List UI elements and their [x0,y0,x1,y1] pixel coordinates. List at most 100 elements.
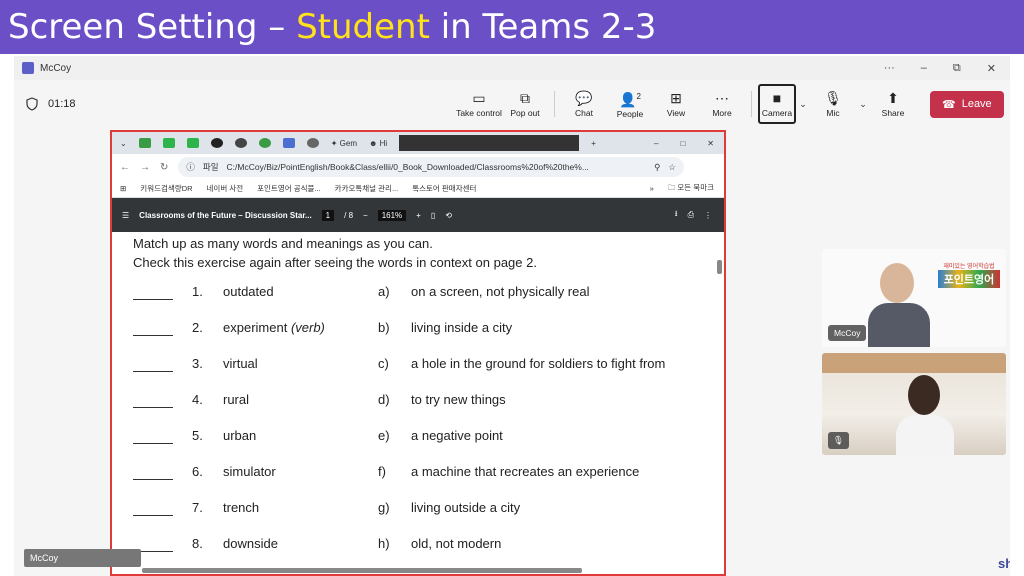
tab-icon[interactable] [186,138,199,148]
file-label: 파일 [202,162,219,172]
tab-icon[interactable] [306,138,319,148]
camera-button[interactable]: ■ Camera [758,84,796,124]
more-options-icon[interactable]: ··· [884,62,895,75]
exercise-row: 7. trench g) living outside a city [133,500,713,520]
pop-out-button[interactable]: ⧉ Pop out [502,84,548,124]
tab-icon[interactable] [258,138,271,148]
pdf-toolbar: ☰ Classrooms of the Future – Discussion … [112,198,724,232]
bookmark-item[interactable]: 키워드검색량DR [140,183,192,194]
brand-logo: 재미있는 영어학습법 포인트영어 [938,261,1000,288]
pdf-title: Classrooms of the Future – Discussion St… [139,210,312,220]
answer-blank [133,443,173,444]
people-button[interactable]: 👤2 People [607,84,653,124]
rotate-icon[interactable]: ⟲ [445,211,452,220]
instructions: Match up as many words and meanings as y… [133,234,537,272]
share-button[interactable]: ⬆ Share [870,84,916,124]
edge-text: sh [998,556,1010,571]
bookmark-star-icon[interactable]: ☆ [668,162,676,173]
zoom-out-icon[interactable]: − [363,211,368,220]
pdf-menu-icon[interactable]: ☰ [122,211,129,220]
pop-out-icon: ⧉ [520,90,530,106]
tab-icon[interactable] [210,138,223,148]
zoom-level-input[interactable]: 161% [377,209,407,221]
download-icon[interactable]: ⭳ [675,208,678,222]
tab-active[interactable]: ☻ Hi [369,139,387,148]
tab-gemini[interactable]: ✦ Gem [331,139,357,148]
tab-icon[interactable] [162,138,175,148]
local-name-label: McCoy [24,549,141,567]
bookmarks-overflow[interactable]: » [650,184,654,193]
zoom-in-icon[interactable]: + [416,211,421,220]
take-control-button[interactable]: ▭ Take control [456,84,502,124]
exercise-row: 5. urban e) a negative point [133,428,713,448]
avatar-body [868,303,930,347]
page-total: / 8 [344,210,354,220]
instruction-line: Check this exercise again after seeing t… [133,255,537,270]
pdf-more-icon[interactable]: ⋮ [704,211,724,220]
all-bookmarks-folder[interactable]: 🗀 모든 북마크 [668,182,724,195]
people-icon: 👤2 [619,91,641,108]
mic-options-chevron-icon[interactable]: ⌄ [856,99,870,110]
print-icon[interactable]: ⎙ [688,210,694,220]
tab-icon[interactable] [138,138,151,148]
answer-blank [133,299,173,300]
page-number-input[interactable]: 1 [321,209,335,221]
browser-close-icon[interactable]: ✕ [707,139,714,148]
meeting-toolbar: 01:18 ▭ Take control ⧉ Pop out 💬 Chat 👤2 Peo… [14,82,1010,126]
forward-icon[interactable]: → [140,162,150,173]
apps-grid-icon[interactable]: ⊞ [120,184,126,193]
zoom-icon[interactable]: ⚲ [654,162,660,173]
camera-options-chevron-icon[interactable]: ⌄ [796,99,810,110]
more-button[interactable]: ⋯ More [699,84,745,124]
slide-title-banner: Screen Setting – Student in Teams 2-3 [0,0,1024,54]
mic-button[interactable]: 🎙 Mic [810,84,856,124]
browser-maximize-icon[interactable]: □ [680,139,685,148]
avatar-body [896,415,954,455]
leave-button[interactable]: ☎ Leave [930,90,1004,118]
tab-search-chevron-icon[interactable]: ⌄ [120,139,127,148]
exercise-row: 1. outdated a) on a screen, not physically … [133,284,713,304]
new-tab-icon[interactable]: + [591,139,596,148]
bookmark-item[interactable]: 포인트영어 공식블... [257,183,321,194]
teams-window: McCoy ··· – ⧉ ✕ 01:18 ▭ Take control ⧉ Pop… [14,56,1010,576]
pdf-vertical-scrollbar[interactable] [717,260,722,274]
url-text: C:/McCoy/Biz/PointEnglish/Book&Class/ell… [226,162,589,172]
bookmark-item[interactable]: 카카오톡채널 관리... [335,183,399,194]
tab-icon[interactable] [234,138,247,148]
avatar [880,263,914,303]
camera-icon: ■ [772,90,782,106]
participant-name-label: McCoy [828,325,867,341]
url-bar[interactable]: ⓘ 파일 C:/McCoy/Biz/PointEnglish/Book&Clas… [178,157,684,177]
chat-button[interactable]: 💬 Chat [561,84,607,124]
bookmark-item[interactable]: 톡스토어 판매자센터 [412,183,476,194]
minimize-icon[interactable]: – [921,62,927,75]
phone-hangup-icon: ☎ [942,98,956,111]
teams-logo-icon [22,62,34,74]
bookmark-item[interactable]: 네이버 사전 [207,183,244,194]
answer-blank [133,371,173,372]
back-icon[interactable]: ← [120,162,130,173]
view-button[interactable]: ⊞ View [653,84,699,124]
participant-tile-mccoy[interactable]: 재미있는 영어학습법 포인트영어 McCoy [822,249,1006,347]
close-icon[interactable]: ✕ [987,62,996,75]
participant-tile-student[interactable]: 🎙 [822,353,1006,455]
pdf-horizontal-scrollbar[interactable] [142,568,582,573]
reload-icon[interactable]: ↻ [160,162,168,173]
tab-icon[interactable] [282,138,295,148]
mic-muted-icon: 🎙 [828,432,849,449]
chat-icon: 💬 [575,90,593,106]
answer-blank [133,515,173,516]
browser-minimize-icon[interactable]: – [654,139,658,148]
answer-blank [133,479,173,480]
restore-icon[interactable]: ⧉ [953,62,961,75]
toolbar-divider [554,91,555,117]
file-info-icon: ⓘ [186,162,195,172]
browser-address-row: ← → ↻ ⓘ 파일 C:/McCoy/Biz/PointEnglish/Boo… [112,154,724,180]
share-icon: ⬆ [887,90,899,106]
shield-icon [26,97,38,111]
shared-screen: ⌄ ✦ Gem ☻ Hi + – □ ✕ ← → ↻ ⓘ 파일 C:/McCoy… [110,130,726,576]
window-titlebar: McCoy ··· – ⧉ ✕ [14,56,1010,80]
mic-off-icon: 🎙 [824,90,842,106]
fit-page-icon[interactable]: ▯ [431,211,435,220]
take-control-icon: ▭ [472,90,486,106]
